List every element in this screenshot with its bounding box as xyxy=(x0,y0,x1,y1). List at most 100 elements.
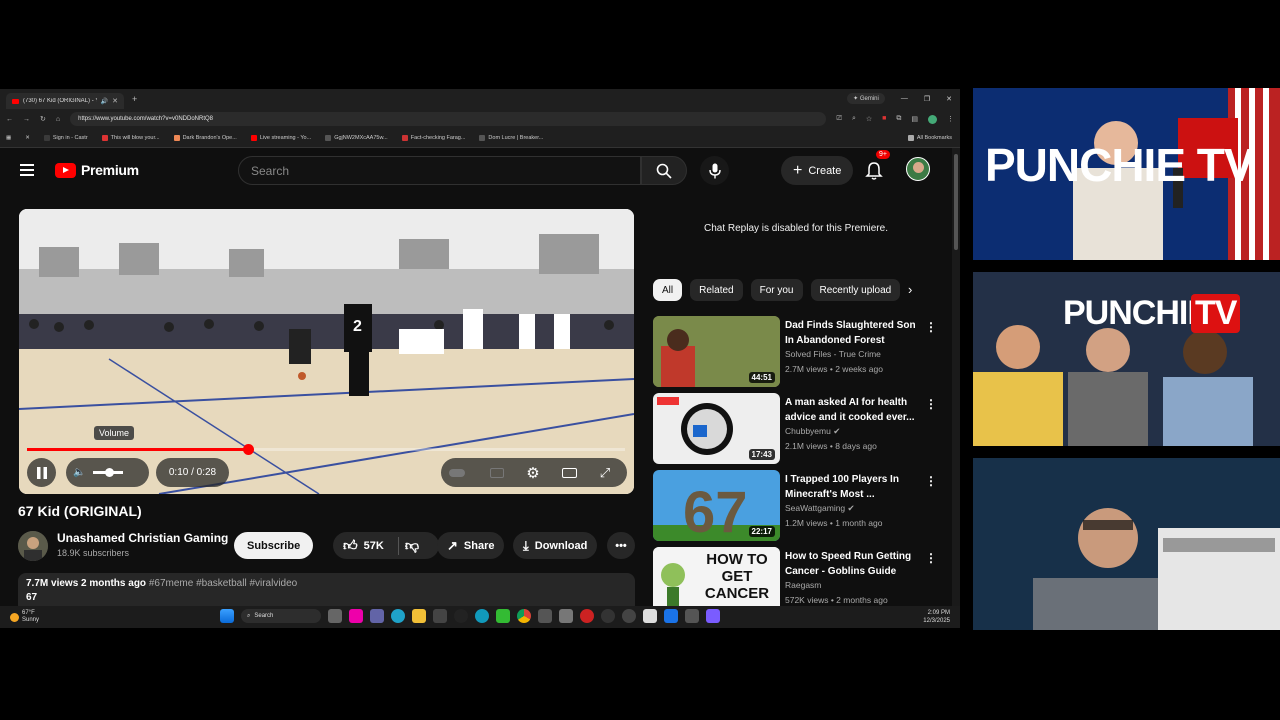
share-button[interactable]: ↗ Share xyxy=(437,532,505,559)
theater-mode-icon[interactable] xyxy=(560,464,578,482)
forward-icon[interactable]: → xyxy=(23,116,30,123)
bookmark-item[interactable]: GgjNW2MXcAA75w... xyxy=(325,135,388,141)
all-bookmarks[interactable]: All Bookmarks xyxy=(907,135,952,141)
settings-gear-icon[interactable]: ⚙ xyxy=(524,464,542,482)
more-actions-button[interactable]: ••• xyxy=(607,532,635,559)
install-icon[interactable]: ⎚ xyxy=(836,115,842,124)
chip-related[interactable]: Related xyxy=(690,279,743,301)
bookmark-item[interactable]: Fact-checking Farag... xyxy=(401,135,465,141)
progress-bar[interactable] xyxy=(27,444,625,455)
close-window-icon[interactable]: ✕ xyxy=(946,95,952,103)
recommended-video[interactable]: 17:43 A man asked AI for health advice a… xyxy=(653,393,943,465)
app-icon[interactable] xyxy=(622,609,636,623)
app-icon[interactable] xyxy=(559,609,573,623)
home-icon[interactable]: ⌂ xyxy=(56,116,60,123)
more-vertical-icon[interactable]: ⋮ xyxy=(925,320,937,334)
store-icon[interactable] xyxy=(433,609,447,623)
windows-start-icon[interactable] xyxy=(220,609,234,623)
file-explorer-icon[interactable] xyxy=(412,609,426,623)
video-thumbnail[interactable]: 44:51 xyxy=(653,316,780,387)
app-icon[interactable] xyxy=(601,609,615,623)
bookmark-item[interactable]: This will blow your... xyxy=(101,135,160,141)
more-vertical-icon[interactable]: ⋮ xyxy=(925,551,937,565)
chevron-right-icon[interactable]: › xyxy=(908,282,912,297)
teams-icon[interactable] xyxy=(370,609,384,623)
app-icon[interactable] xyxy=(475,609,489,623)
weather-widget[interactable]: 67°F Sunny xyxy=(10,610,39,624)
volume-control[interactable]: 🔈 xyxy=(66,458,149,487)
youtube-logo[interactable]: Premium xyxy=(55,162,139,178)
app-icon[interactable] xyxy=(706,609,720,623)
reload-icon[interactable]: ↻ xyxy=(40,115,46,123)
more-vertical-icon[interactable]: ⋮ xyxy=(925,397,937,411)
create-label: Create xyxy=(808,164,842,177)
restore-icon[interactable]: ❐ xyxy=(924,95,930,103)
chrome-icon[interactable] xyxy=(517,609,531,623)
video-player[interactable]: 2 xyxy=(19,209,634,494)
bookmark-item[interactable]: Live streaming - Yo... xyxy=(250,135,311,141)
app-icon[interactable] xyxy=(643,609,657,623)
channel-name[interactable]: Unashamed Christian Gaming xyxy=(57,531,228,545)
sidepanel-icon[interactable]: ▤ xyxy=(911,115,918,124)
hashtags[interactable]: #67meme #basketball #viralvideo xyxy=(149,578,297,589)
system-clock[interactable]: 2:09 PM 12/3/2025 xyxy=(923,609,950,625)
puzzle-icon[interactable]: ⧉ xyxy=(896,115,901,124)
fullscreen-icon[interactable]: ⤢ xyxy=(596,464,614,482)
tab-active[interactable]: (730) 67 Kid (ORIGINAL) - Y 🔊 ✕ xyxy=(6,93,124,109)
gemini-button[interactable]: ✦ Gemini xyxy=(847,93,885,104)
rec-meta: 2.1M views • 8 days ago xyxy=(785,441,877,451)
voice-search-button[interactable] xyxy=(700,156,729,185)
app-icon[interactable] xyxy=(580,609,594,623)
video-thumbnail[interactable]: 17:43 xyxy=(653,393,780,464)
dislike-button[interactable]: 👎︎ xyxy=(405,537,419,554)
notifications-bell-icon[interactable] xyxy=(864,161,884,181)
chip-all[interactable]: All xyxy=(653,279,683,301)
video-thumbnail[interactable]: HOW TO GET CANCER xyxy=(653,547,780,608)
profile-icon[interactable] xyxy=(928,114,937,124)
channel-avatar[interactable] xyxy=(18,531,48,561)
download-button[interactable]: ⤓ Download xyxy=(513,532,598,559)
search-input[interactable] xyxy=(251,163,640,178)
more-vertical-icon[interactable]: ⋮ xyxy=(925,474,937,488)
pause-button[interactable] xyxy=(27,458,56,487)
captions-icon[interactable] xyxy=(488,464,506,482)
zoom-icon[interactable]: ⌕ xyxy=(852,115,856,124)
bookmark-item[interactable]: Dark Brandon's Ope... xyxy=(173,135,237,141)
bookmark-x[interactable]: ✕ xyxy=(25,135,30,141)
copilot-icon[interactable] xyxy=(349,609,363,623)
account-avatar[interactable] xyxy=(906,157,930,181)
autoplay-toggle[interactable] xyxy=(448,464,466,482)
video-thumbnail[interactable]: 67 22:17 xyxy=(653,470,780,541)
chip-for-you[interactable]: For you xyxy=(750,279,803,301)
recommended-video[interactable]: HOW TO GET CANCER How to Speed Run Getti… xyxy=(653,547,943,608)
bookmark-item[interactable]: Dom Lucre | Breaker... xyxy=(479,135,543,141)
extension-icon[interactable]: ■ xyxy=(882,115,886,124)
minimize-icon[interactable]: — xyxy=(901,95,908,102)
edge-icon[interactable] xyxy=(391,609,405,623)
app-icon[interactable] xyxy=(685,609,699,623)
app-icon[interactable] xyxy=(496,609,510,623)
menu-icon[interactable] xyxy=(20,164,34,176)
recommended-video[interactable]: 67 22:17 I Trapped 100 Players In Minecr… xyxy=(653,470,943,542)
search-button[interactable] xyxy=(641,156,687,185)
apps-grid-icon[interactable]: ▦ xyxy=(6,135,11,141)
close-tab-icon[interactable]: ✕ xyxy=(112,97,118,105)
app-icon[interactable] xyxy=(664,609,678,623)
app-icon[interactable] xyxy=(538,609,552,623)
menu-kebab-icon[interactable]: ⋮ xyxy=(947,115,954,124)
recommended-video[interactable]: 44:51 Dad Finds Slaughtered Son In Aband… xyxy=(653,316,943,388)
new-tab-button[interactable]: + xyxy=(132,94,137,104)
volume-slider[interactable] xyxy=(93,468,124,477)
bookmark-item[interactable]: Sign in - Castr xyxy=(43,135,88,141)
subscribe-button[interactable]: Subscribe xyxy=(234,532,314,559)
like-button[interactable]: 👍︎ 57K xyxy=(343,537,384,554)
create-button[interactable]: + Create xyxy=(781,156,854,185)
back-icon[interactable]: ← xyxy=(6,116,13,123)
star-icon[interactable]: ☆ xyxy=(866,115,872,124)
taskbar-search[interactable]: ⌕ Search xyxy=(241,609,321,623)
chip-recently-uploaded[interactable]: Recently upload xyxy=(810,279,901,301)
scrollbar-thumb[interactable] xyxy=(954,154,958,250)
url-field[interactable]: https://www.youtube.com/watch?v=v0NDDoNR… xyxy=(70,112,827,126)
app-icon[interactable] xyxy=(454,609,468,623)
task-view-icon[interactable] xyxy=(328,609,342,623)
